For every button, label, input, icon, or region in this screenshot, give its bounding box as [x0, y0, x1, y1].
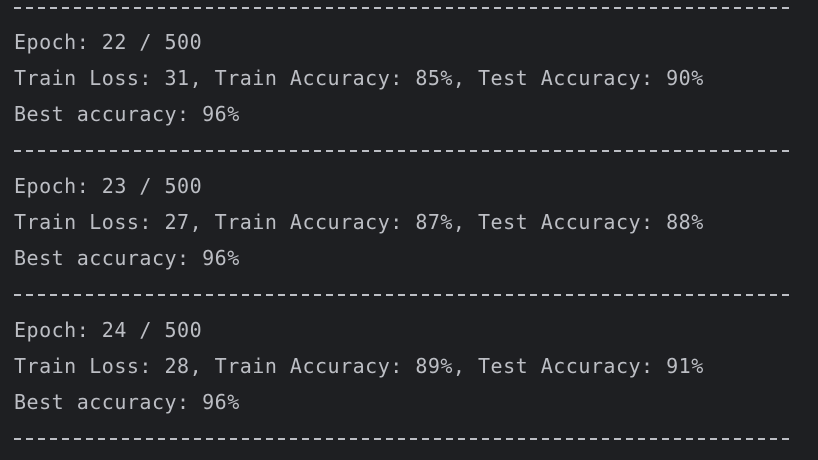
- epoch-line: Epoch: 23 / 500: [14, 174, 203, 198]
- separator-line: [14, 438, 792, 440]
- epoch-line: Epoch: 22 / 500: [14, 30, 203, 54]
- epoch-line: Epoch: 24 / 500: [14, 318, 203, 342]
- console-output: Epoch: 22 / 500 Train Loss: 31, Train Ac…: [0, 0, 818, 460]
- train-metrics-line: Train Loss: 31, Train Accuracy: 85%, Tes…: [14, 66, 704, 90]
- train-metrics-line: Train Loss: 28, Train Accuracy: 89%, Tes…: [14, 354, 704, 378]
- separator-line: [14, 150, 792, 152]
- separator-line: [14, 7, 792, 9]
- separator-line: [14, 294, 792, 296]
- best-accuracy-line: Best accuracy: 96%: [14, 102, 240, 126]
- best-accuracy-line: Best accuracy: 96%: [14, 246, 240, 270]
- train-metrics-line: Train Loss: 27, Train Accuracy: 87%, Tes…: [14, 210, 704, 234]
- best-accuracy-line: Best accuracy: 96%: [14, 390, 240, 414]
